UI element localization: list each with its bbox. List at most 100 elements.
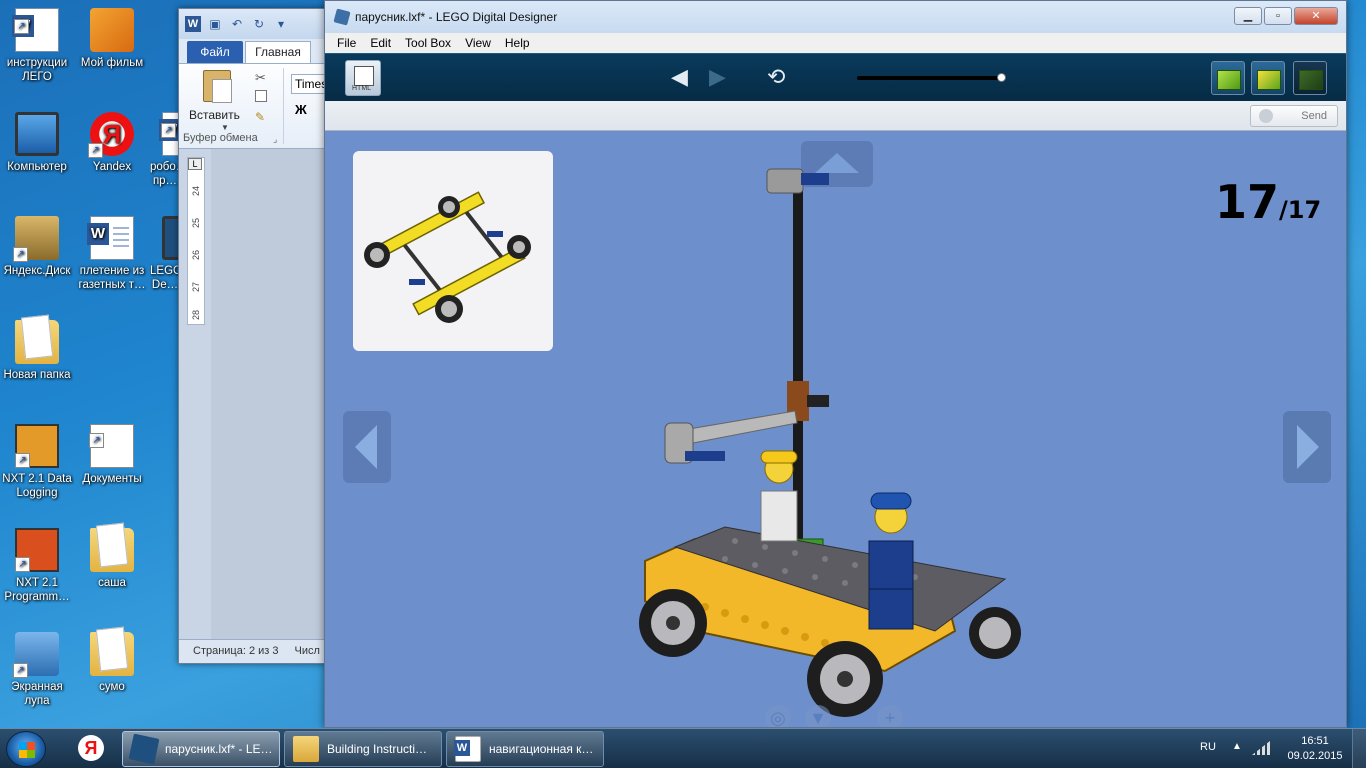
menu-edit[interactable]: Edit [370,33,391,53]
desktop-icon-robo[interactable]: робо… пр… [150,112,180,188]
tab-selector[interactable]: L [188,158,202,170]
word-document-icon [87,216,134,260]
zoom-in-icon[interactable]: + [877,705,903,727]
taskbar-task-word[interactable]: навигационная к… [446,731,604,767]
maximize-button[interactable]: ▫ [1264,7,1292,25]
tab-file[interactable]: Файл [187,41,243,63]
menu-file[interactable]: File [337,33,356,53]
next-step-button[interactable]: ▶ [709,64,726,90]
menu-view[interactable]: View [465,33,491,53]
computer-icon [15,112,59,156]
desktop-icon-new-folder[interactable]: Новая папка [0,320,74,382]
reset-view-button[interactable]: ⟲ [767,64,785,90]
clock-time: 16:51 [1301,735,1329,747]
desktop-icon-label: Яндекс.Диск [3,265,71,277]
desktop-icon-label: робо… пр… [150,161,180,187]
desktop-icon-nxt-logging[interactable]: NXT 2.1 Data Logging [0,424,74,500]
lego-window[interactable]: парусник.lxf* - LEGO Digital Designer ▁ … [324,0,1347,728]
redo-icon[interactable]: ↻ [251,16,267,32]
save-icon[interactable]: ▣ [207,16,223,32]
desktop-icon-lego-designer[interactable]: LEGO De… [150,216,180,292]
clipboard-group-label: Буфер обмена [183,132,258,144]
network-signal-icon[interactable] [1252,741,1270,755]
menu-help[interactable]: Help [505,33,530,53]
paste-icon[interactable] [203,70,232,103]
current-step: 17 [1215,175,1280,229]
desktop-icon-sumo[interactable]: сумо [75,632,149,694]
font-name-box[interactable]: Times [291,74,327,94]
desktop-icon-label: саша [98,577,126,589]
building-guide-mode-button[interactable] [1293,61,1327,95]
model-viewport[interactable]: 17/17 ◎ ▼ + [325,131,1346,727]
step-slider[interactable] [857,76,1001,80]
taskbar: парусник.lxf* - LE… Building Instructi… … [0,728,1366,768]
start-button[interactable] [6,731,46,767]
desktop-icon-weaving[interactable]: плетение из газетных т… [75,216,149,292]
lego-model [639,168,1021,717]
desktop-icon-yandex-disk[interactable]: Яндекс.Диск [0,216,74,278]
rotate-camera-icon[interactable]: ◎ [765,705,791,727]
build-mode-button[interactable] [1211,61,1245,95]
folder-icon [90,632,134,676]
dialog-launcher-icon[interactable]: ⌟ [273,134,277,145]
status-page[interactable]: Страница: 2 из 3 [193,640,279,663]
lego-title-bar: парусник.lxf* - LEGO Digital Designer ▁ … [325,1,1346,33]
cut-icon[interactable]: ✂ [255,70,266,86]
send-button[interactable]: Send [1250,105,1338,127]
ribbon-divider [283,68,284,144]
step-slider-handle[interactable] [997,73,1006,82]
camera-down-button[interactable]: ▼ [805,705,831,727]
show-desktop-button[interactable] [1352,729,1366,768]
previous-step-button[interactable]: ◀ [671,64,688,90]
desktop-icon-sasha[interactable]: саша [75,528,149,590]
minimize-button[interactable]: ▁ [1234,7,1262,25]
menu-bar: File Edit Tool Box View Help [325,33,1346,53]
undo-icon[interactable]: ↶ [229,16,245,32]
customize-qat-icon[interactable]: ▾ [273,16,289,32]
menu-toolbox[interactable]: Tool Box [405,33,451,53]
taskbar-task-lego[interactable]: парусник.lxf* - LE… [122,731,280,767]
previous-step-arrow[interactable] [343,411,391,483]
word-title-bar: W ▣ ↶ ↻ ▾ [179,9,327,39]
total-steps: /17 [1279,196,1322,224]
desktop-icon-magnifier[interactable]: Экранная лупа [0,632,74,708]
ruler-number: 27 [191,282,201,293]
yandex-taskbar-icon[interactable] [62,732,116,766]
taskbar-task-building-instructions[interactable]: Building Instructi… [284,731,442,767]
close-button[interactable]: ✕ [1294,7,1338,25]
camera-controls: ◎ ▼ + [765,705,915,727]
desktop-icon-yandex[interactable]: Yandex [75,112,149,174]
desktop-icon-documents[interactable]: Документы [75,424,149,486]
desktop-icon-label: Мой фильм [80,57,144,69]
page-background [211,149,327,639]
desktop-icon-movie[interactable]: Мой фильм [75,8,149,70]
folder-icon [90,528,134,572]
task-label: навигационная к… [489,742,594,756]
lego-task-icon [128,733,160,765]
clock[interactable]: 16:51 09.02.2015 [1284,734,1346,764]
view-mode-button[interactable] [1251,61,1285,95]
yandex-browser-icon [88,112,134,158]
desktop-icon-instructions[interactable]: инструкции ЛЕГО [0,8,74,84]
word-window[interactable]: W ▣ ↶ ↻ ▾ Файл Главная Вставить ▼ ✂ ✎ Бу… [178,8,328,664]
html-export-button[interactable]: HTML [345,60,381,96]
tab-home[interactable]: Главная [245,41,311,63]
copy-icon[interactable] [255,90,267,102]
desktop-icon-label: Документы [82,473,142,485]
desktop-icon-label: Yandex [92,161,132,173]
status-words[interactable]: Числ [295,640,320,663]
next-step-arrow[interactable] [1283,411,1331,483]
desktop-icon-label: Компьютер [7,161,67,173]
nxt-data-logging-icon [15,424,59,468]
desktop-icon-label: NXT 2.1 Data Logging [2,473,72,499]
show-hidden-icons-icon[interactable]: ▲ [1232,741,1242,752]
desktop-icon-label: сумо [99,681,125,693]
chevron-down-icon[interactable]: ▼ [221,123,229,132]
ruler-number: 26 [191,250,201,261]
desktop-icon-nxt-programming[interactable]: NXT 2.1 Programm… [0,528,74,604]
desktop-icon-computer[interactable]: Компьютер [0,112,74,174]
format-painter-icon[interactable]: ✎ [255,110,265,124]
bold-button[interactable]: Ж [295,102,307,117]
language-indicator[interactable]: RU [1200,741,1216,753]
paste-button[interactable]: Вставить [189,108,240,122]
